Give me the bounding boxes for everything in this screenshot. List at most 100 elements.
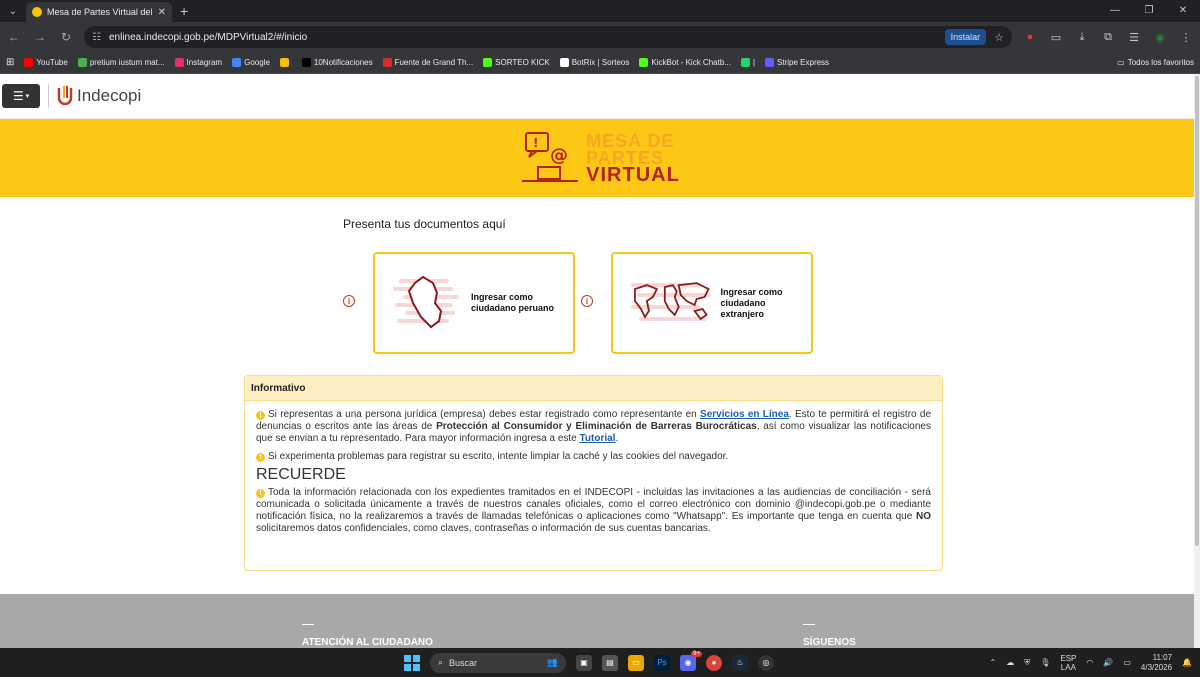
bookmark-item[interactable]: YouTube bbox=[24, 58, 68, 67]
bookmark-item[interactable]: pretium iustum mat... bbox=[77, 58, 165, 67]
caret-down-icon: ▾ bbox=[25, 93, 30, 100]
bookmark-favicon-icon bbox=[765, 58, 775, 67]
tab-close-icon[interactable]: ✕ bbox=[158, 7, 166, 18]
language-indicator[interactable]: ESP LAA bbox=[1060, 654, 1076, 672]
card-ciudadano-peruano[interactable]: Ingresar como ciudadano peruano bbox=[373, 252, 575, 354]
start-windows-icon[interactable] bbox=[404, 654, 420, 671]
bookmark-label: Fuente de Grand Th... bbox=[394, 58, 474, 67]
widgets-icon[interactable]: ▤ bbox=[602, 654, 618, 671]
bookmark-label: pretium iustum mat... bbox=[89, 58, 165, 67]
minimize-icon[interactable]: — bbox=[1098, 0, 1132, 20]
tab-search-icon[interactable]: ⌄ bbox=[4, 2, 22, 20]
banner-line-1: MESA DE bbox=[586, 130, 675, 151]
bookmark-item[interactable]: Fuente de Grand Th... bbox=[382, 58, 474, 67]
bookmark-label: Stripe Express bbox=[777, 58, 830, 67]
presenta-heading: Presenta tus documentos aquí bbox=[343, 217, 506, 231]
indecopi-favicon-icon bbox=[32, 7, 42, 17]
hero-banner: ! @ MESA DE PARTES VIRTUAL bbox=[0, 119, 1200, 197]
all-bookmarks[interactable]: ▭ Todos los favoritos bbox=[1117, 58, 1194, 67]
site-footer: ATENCIÓN AL CIUDADANO SÍGUENOS bbox=[0, 594, 1200, 648]
hamburger-menu-button[interactable]: ☰ ▾ bbox=[2, 84, 40, 108]
battery-icon[interactable]: ▭ bbox=[1123, 658, 1131, 667]
tutorial-link[interactable]: Tutorial bbox=[580, 433, 616, 444]
forward-icon[interactable]: → bbox=[32, 30, 48, 44]
taskbar-search[interactable]: ⌕ Buscar 👥 bbox=[430, 652, 566, 673]
bookmarks-bar: ⊞ YouTube pretium iustum mat... Instagram G… bbox=[0, 52, 1200, 74]
bookmark-favicon-icon bbox=[639, 58, 649, 67]
reload-icon[interactable]: ↻ bbox=[58, 30, 74, 44]
web-page: ☰ ▾ Indecopi ! @ MESA DE PARTES VIRTUAL … bbox=[0, 74, 1200, 648]
bookmark-star-icon[interactable]: ☆ bbox=[994, 31, 1004, 44]
bookmark-label: | bbox=[752, 58, 756, 67]
bookmark-label: KickBot - Kick Chatb... bbox=[651, 58, 731, 67]
back-icon[interactable]: ← bbox=[6, 30, 22, 44]
tray-cloud-icon[interactable]: ☁ bbox=[1006, 658, 1014, 667]
indecopi-mark-icon bbox=[57, 86, 73, 106]
bookmark-favicon-icon bbox=[483, 58, 493, 67]
photoshop-icon[interactable]: Ps bbox=[654, 654, 670, 671]
steam-icon[interactable]: ♨ bbox=[732, 654, 748, 671]
tray-expand-icon[interactable]: ⌃ bbox=[990, 658, 997, 667]
card-ext-line-2: ciudadano extranjero bbox=[720, 297, 766, 319]
bookmark-label: SORTEO KICK bbox=[495, 58, 550, 67]
profile-avatar-icon[interactable]: ◉ bbox=[1152, 29, 1168, 45]
extension-vpn-icon[interactable]: ● bbox=[1022, 29, 1038, 45]
wifi-icon[interactable]: ◠ bbox=[1086, 658, 1093, 667]
page-scrollbar[interactable] bbox=[1194, 74, 1200, 648]
p1-bold: Protección al Consumidor y Eliminación d… bbox=[436, 421, 757, 432]
site-info-icon[interactable]: ☷ bbox=[92, 32, 101, 43]
apps-grid-icon[interactable]: ⊞ bbox=[6, 57, 14, 68]
task-view-icon[interactable]: ▣ bbox=[576, 654, 592, 671]
address-bar[interactable]: ☷ enlinea.indecopi.gob.pe/MDPVirtual2/#/… bbox=[84, 26, 1012, 48]
discord-icon[interactable]: ◉ 9+ bbox=[680, 650, 702, 671]
bookmark-item[interactable]: | bbox=[740, 58, 756, 67]
alert-dot-icon: ! bbox=[256, 489, 265, 498]
file-explorer-icon[interactable]: ▭ bbox=[628, 654, 644, 671]
bookmark-item[interactable]: SORTEO KICK bbox=[483, 58, 550, 67]
bookmark-item[interactable]: Stripe Express bbox=[765, 58, 829, 67]
install-button[interactable]: Instalar bbox=[944, 29, 987, 45]
clock-date: 4/3/2026 bbox=[1140, 662, 1173, 672]
notifications-bell-icon[interactable]: 🔔 bbox=[1182, 658, 1192, 667]
windows-taskbar: ⌕ Buscar 👥 ▣ ▤ ▭ Ps ◉ 9+ ● ♨ ◎ ⌃ ☁ ⛨ 🎙 ES… bbox=[0, 648, 1200, 677]
all-bookmarks-label: Todos los favoritos bbox=[1127, 58, 1194, 67]
tray-mic-icon[interactable]: 🎙 bbox=[1040, 658, 1050, 667]
bookmark-favicon-icon bbox=[77, 58, 87, 67]
taskbar-clock[interactable]: 11:07 4/3/2026 bbox=[1141, 653, 1172, 673]
chrome-icon[interactable]: ● bbox=[706, 654, 722, 671]
restore-icon[interactable]: ❐ bbox=[1132, 0, 1166, 20]
browser-menu-icon[interactable]: ⋮ bbox=[1178, 29, 1194, 45]
volume-icon[interactable]: 🔊 bbox=[1103, 658, 1113, 667]
card-ciudadano-extranjero[interactable]: Ingresar como ciudadano extranjero bbox=[611, 252, 813, 354]
system-tray: ⌃ ☁ ⛨ 🎙 ESP LAA ◠ 🔊 ▭ 11:07 4/3/2026 🔔 bbox=[990, 653, 1193, 673]
bookmark-item[interactable]: BotRix | Sorteos bbox=[559, 58, 629, 67]
info-peru-icon[interactable]: i bbox=[343, 295, 355, 307]
tab-title: Mesa de Partes Virtual del Inde bbox=[47, 7, 153, 17]
info-extranjero-icon[interactable]: i bbox=[581, 295, 593, 307]
media-controls-icon[interactable]: ☰ bbox=[1126, 29, 1142, 45]
close-window-icon[interactable]: ✕ bbox=[1166, 0, 1200, 20]
banner-title: MESA DE PARTES VIRTUAL bbox=[586, 130, 680, 185]
bookmark-item[interactable]: KickBot - Kick Chatb... bbox=[639, 58, 731, 67]
p3-bold: NO bbox=[916, 511, 931, 522]
bookmark-label: Google bbox=[244, 58, 270, 67]
p3-text-b: solicitaremos datos confidenciales, como… bbox=[256, 523, 711, 534]
new-tab-icon[interactable]: + bbox=[180, 3, 188, 19]
extension-download-icon[interactable]: ⤓ bbox=[1074, 29, 1090, 45]
browser-toolbar: ← → ↻ ☷ enlinea.indecopi.gob.pe/MDPVirtu… bbox=[0, 22, 1200, 52]
bookmark-item[interactable]: Instagram bbox=[174, 58, 222, 67]
search-icon: ⌕ bbox=[438, 657, 444, 667]
obs-icon[interactable]: ◎ bbox=[758, 654, 774, 671]
bookmark-item[interactable] bbox=[279, 58, 292, 67]
indecopi-logo[interactable]: Indecopi bbox=[57, 86, 141, 106]
browser-tab[interactable]: Mesa de Partes Virtual del Inde ✕ bbox=[26, 2, 172, 22]
p2-text: Si experimenta problemas para registrar … bbox=[268, 451, 729, 462]
extensions-puzzle-icon[interactable]: ⧉ bbox=[1100, 29, 1116, 45]
bookmark-item[interactable]: Google bbox=[232, 58, 270, 67]
footer-col-siguenos: SÍGUENOS bbox=[803, 624, 856, 648]
bookmark-item[interactable]: 10Notificaciones bbox=[301, 58, 373, 67]
bookmark-favicon-icon bbox=[559, 58, 569, 67]
tray-shield-icon[interactable]: ⛨ bbox=[1024, 658, 1030, 668]
servicios-en-linea-link[interactable]: Servicios en Línea bbox=[700, 409, 789, 420]
extension-card-icon[interactable]: ▭ bbox=[1048, 29, 1064, 45]
